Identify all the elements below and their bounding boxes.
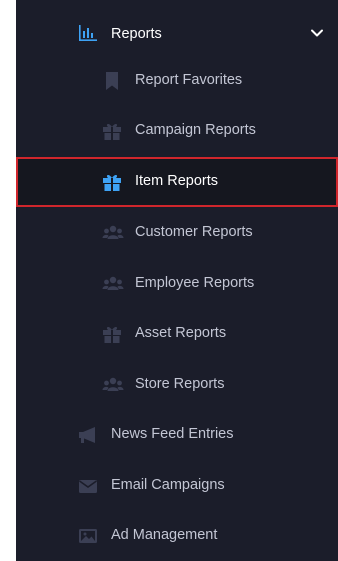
sidebar-item-employee-reports[interactable]: Employee Reports [16,259,338,309]
bar-chart-icon [79,25,97,41]
sidebar-item-campaign-reports[interactable]: Campaign Reports [16,106,338,156]
sidebar-item-customer-reports[interactable]: Customer Reports [16,208,338,258]
sidebar-item-ad-management[interactable]: Ad Management [16,511,338,561]
sidebar: Reports Report Favorites Campaign Report… [16,0,338,561]
users-icon [102,375,124,395]
sidebar-item-store-reports[interactable]: Store Reports [16,360,338,410]
megaphone-icon [78,425,98,445]
sidebar-item-label: Asset Reports [135,325,227,341]
sidebar-item-label: Customer Reports [135,224,253,240]
gift-icon [102,324,122,344]
gift-icon [102,121,122,141]
sidebar-item-label: Report Favorites [135,72,243,88]
sidebar-item-label: Item Reports [135,173,218,189]
sidebar-item-label: Employee Reports [135,275,255,291]
gift-icon [102,172,122,192]
sidebar-item-label: Ad Management [111,527,218,543]
sidebar-item-report-favorites[interactable]: Report Favorites [16,56,338,106]
sidebar-item-label: Campaign Reports [135,122,256,138]
sidebar-item-label: Email Campaigns [111,477,225,493]
chevron-down-icon[interactable] [309,25,325,41]
sidebar-item-label: Reports [111,26,162,42]
sidebar-item-label: News Feed Entries [111,426,234,442]
users-icon [102,274,124,294]
bookmark-icon [102,71,122,91]
sidebar-item-email-campaigns[interactable]: Email Campaigns [16,461,338,511]
users-icon [102,223,124,243]
envelope-icon [78,476,98,496]
sidebar-item-asset-reports[interactable]: Asset Reports [16,309,338,359]
image-icon [78,526,98,546]
sidebar-item-item-reports[interactable]: Item Reports [16,157,338,207]
sidebar-item-reports[interactable]: Reports [16,8,338,58]
sidebar-item-news-feed-entries[interactable]: News Feed Entries [16,410,338,460]
sidebar-item-label: Store Reports [135,376,225,392]
